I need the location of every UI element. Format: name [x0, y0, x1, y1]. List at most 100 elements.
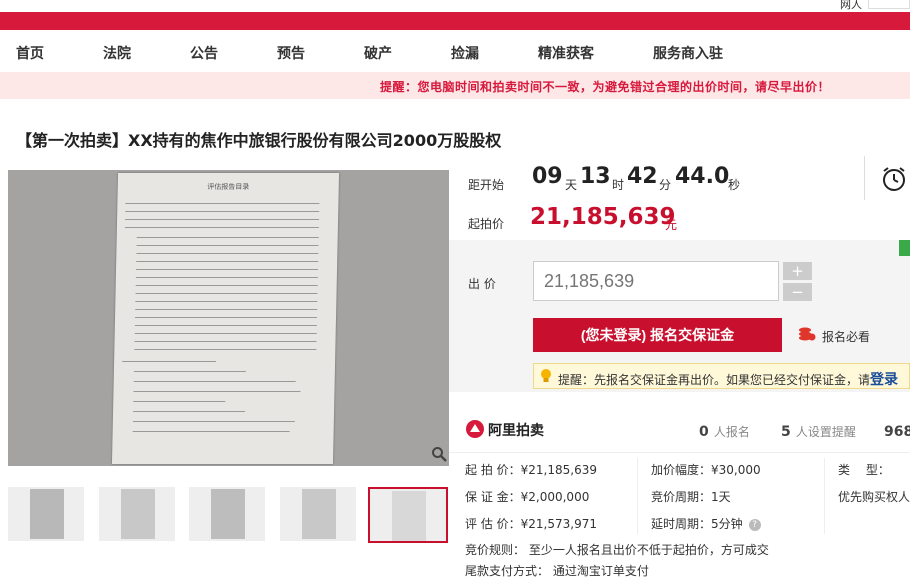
signup-count-text: 人报名 — [713, 425, 750, 439]
nav-item-bargain[interactable]: 捡漏 — [451, 43, 479, 63]
detail-column-divider-2 — [824, 458, 825, 534]
detail-extension: 延时周期：5分钟? — [651, 515, 761, 532]
bid-increase-button[interactable]: + — [783, 262, 812, 280]
deposit-tip-text: 提醒：先报名交保证金再出价。如果您已经交付保证金，请登录 — [558, 369, 898, 389]
nav-item-precise-customers[interactable]: 精准获客 — [538, 43, 594, 63]
document-text-line — [132, 421, 295, 422]
document-text-line — [135, 285, 318, 286]
deposit-tip-message: 提醒：先报名交保证金再出价。如果您已经交付保证金，请 — [558, 373, 871, 387]
bid-amount-input[interactable] — [533, 261, 779, 301]
platform-name: 阿里拍卖 — [488, 423, 544, 439]
document-text-line — [136, 245, 319, 246]
top-strip: 网人 — [0, 0, 910, 12]
document-text-line — [134, 325, 317, 326]
document-title: 评估报告目录 — [207, 183, 250, 191]
page-title: 【第一次拍卖】XX持有的焦作中旅银行股份有限公司2000万股股权 — [16, 131, 502, 150]
document-text-line — [125, 219, 320, 220]
bid-decrease-button[interactable]: − — [783, 283, 812, 301]
reminder-count-text: 人设置提醒 — [795, 425, 856, 439]
detail-column-divider-1 — [637, 458, 638, 534]
bid-label: 出 价 — [468, 277, 496, 291]
detail-priority: 优先购买权人 — [838, 490, 910, 504]
detail-extension-text: 延时周期：5分钟 — [651, 517, 743, 531]
detail-increment: 加价幅度：¥30,000 — [651, 463, 761, 477]
document-text-line — [122, 361, 217, 362]
detail-deposit: 保 证 金：¥2,000,000 — [465, 490, 590, 504]
view-count-number: 968 — [884, 424, 910, 440]
detail-valuation: 评 估 价：¥21,573,971 — [465, 517, 597, 531]
start-price-unit: 元 — [665, 218, 678, 232]
document-text-line — [135, 277, 318, 278]
main-nav: 首页 法院 公告 预告 破产 捡漏 精准获客 服务商入驻 — [0, 30, 910, 73]
nav-item-court[interactable]: 法院 — [103, 43, 131, 63]
time-notice: 提醒：您电脑时间和拍卖时间不一致，为避免错过合理的出价时间，请尽早出价！ — [0, 72, 910, 99]
nav-item-preview[interactable]: 预告 — [277, 43, 305, 63]
countdown-days-unit: 天 — [565, 178, 578, 192]
nav-item-home[interactable]: 首页 — [16, 43, 44, 63]
detail-type: 类 型： — [838, 463, 890, 477]
side-tab[interactable] — [899, 240, 910, 256]
countdown-seconds-unit: 秒 — [728, 178, 741, 192]
countdown-minutes-unit: 分 — [659, 178, 672, 192]
nav-item-bankruptcy[interactable]: 破产 — [364, 43, 392, 63]
time-notice-text: 提醒：您电脑时间和拍卖时间不一致，为避免错过合理的出价时间，请尽早出价！ — [379, 80, 830, 94]
document-text-line — [134, 333, 317, 334]
login-link[interactable]: 登录 — [870, 372, 898, 388]
thumbnail-2[interactable] — [99, 487, 175, 541]
document-text-line — [125, 203, 320, 204]
countdown-divider — [864, 156, 865, 200]
reminder-count-number: 5 — [781, 424, 791, 440]
document-text-line — [135, 301, 318, 302]
document-text-line — [132, 431, 290, 432]
countdown-label: 距开始 — [468, 178, 505, 192]
main-image[interactable]: 评估报告目录 — [8, 170, 449, 466]
countdown-days: 09 — [532, 164, 563, 189]
stats-divider — [449, 452, 910, 453]
help-icon[interactable]: ? — [748, 518, 761, 531]
thumbnail-4[interactable] — [280, 487, 356, 541]
countdown-hours-unit: 时 — [612, 178, 625, 192]
reminder-count: 5 人设置提醒 — [781, 421, 856, 440]
thumbnail-5[interactable] — [368, 487, 448, 543]
ali-auction-logo-icon — [465, 419, 485, 439]
document-text-line — [134, 349, 317, 350]
detail-cycle: 竞价周期：1天 — [651, 490, 731, 504]
document-text-line — [133, 381, 296, 382]
countdown-seconds: 44.0 — [675, 164, 730, 189]
document-text-line — [125, 211, 320, 212]
signup-count-number: 0 — [699, 424, 709, 440]
signup-count: 0 人报名 — [699, 421, 750, 440]
top-mini-link[interactable]: 网人 — [840, 0, 862, 12]
document-text-line — [133, 411, 246, 412]
document-text-line — [124, 227, 319, 228]
document-text-line — [134, 341, 317, 342]
document-text-line — [136, 261, 319, 262]
nav-item-announcement[interactable]: 公告 — [190, 43, 218, 63]
signup-deposit-button[interactable]: (您未登录) 报名交保证金 — [533, 318, 782, 352]
document-text-line — [133, 401, 226, 402]
lightbulb-icon — [539, 368, 553, 384]
coins-icon — [798, 326, 816, 342]
document-text-line — [135, 317, 318, 318]
zoom-icon[interactable] — [431, 446, 449, 464]
document-text-line — [136, 237, 319, 238]
document-text-line — [133, 371, 246, 372]
nav-item-provider-join[interactable]: 服务商入驻 — [653, 43, 723, 63]
top-mini-box[interactable] — [868, 0, 910, 9]
document-photo: 评估报告目录 — [111, 173, 340, 464]
brand-bar — [0, 12, 910, 30]
document-text-line — [133, 391, 301, 392]
start-price-value: 21,185,639 — [530, 204, 676, 230]
alarm-clock-icon[interactable] — [880, 165, 908, 193]
countdown-minutes: 42 — [627, 164, 658, 189]
bid-rule: 竞价规则： 至少一人报名且出价不低于起拍价，方可成交 — [465, 543, 769, 557]
view-count: 968 — [884, 421, 910, 440]
countdown-hours: 13 — [580, 164, 611, 189]
deposit-tip: 提醒：先报名交保证金再出价。如果您已经交付保证金，请登录 — [533, 363, 910, 389]
thumbnail-1[interactable] — [8, 487, 84, 541]
thumbnail-3[interactable] — [189, 487, 265, 541]
thumbnail-strip — [8, 487, 449, 545]
payment-method: 尾款支付方式： 通过淘宝订单支付 — [465, 564, 649, 578]
must-read-link[interactable]: 报名必看 — [822, 328, 870, 345]
document-text-line — [135, 293, 318, 294]
